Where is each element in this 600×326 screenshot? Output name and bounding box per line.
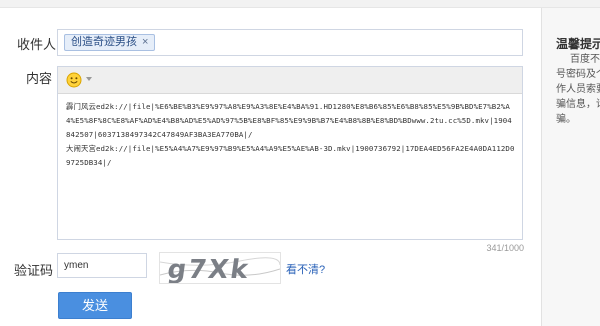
message-body[interactable]: 霹门风云ed2k://|file|%E6%BE%B3%E9%97%A8%E9%A… — [66, 100, 516, 170]
tips-line: 作人员索要 — [556, 84, 600, 95]
recipient-chip-label: 创造奇迹男孩 — [71, 36, 137, 48]
captcha-text: g7Xk — [166, 255, 252, 283]
recipient-field[interactable]: 创造奇迹男孩 × — [57, 29, 523, 56]
tips-line: 百度不 — [570, 54, 600, 65]
content-label: 内容 — [26, 71, 53, 86]
recipient-chip[interactable]: 创造奇迹男孩 × — [64, 34, 156, 51]
tips-line: 号密码及个 — [556, 69, 600, 80]
remove-recipient-icon[interactable]: × — [142, 35, 148, 50]
tips-line: 骗信息，请 — [556, 99, 600, 110]
tips-title: 温馨提示 — [556, 37, 600, 51]
top-divider — [0, 0, 600, 8]
send-button[interactable]: 发送 — [58, 292, 132, 319]
char-counter: 341/1000 — [486, 243, 524, 253]
emoji-button[interactable] — [66, 72, 98, 88]
chevron-down-icon — [86, 77, 92, 81]
tips-body: 百度不 号密码及个 作人员索要 骗信息，请 骗。 — [556, 52, 600, 127]
message-line: 大闹天宫ed2k://|file|%E5%A4%A7%E9%97%B9%E5%A… — [66, 144, 515, 167]
tips-line: 骗。 — [556, 114, 576, 125]
editor-toolbar — [58, 67, 522, 94]
refresh-captcha-link[interactable]: 看不清? — [286, 261, 325, 277]
captcha-image: g7Xk — [159, 252, 281, 284]
message-line: 霹门风云ed2k://|file|%E6%BE%B3%E9%97%A8%E9%A… — [66, 102, 512, 139]
captcha-label: 验证码 — [14, 263, 54, 278]
captcha-input[interactable] — [57, 253, 147, 278]
recipient-label: 收件人 — [17, 37, 57, 52]
smiley-icon — [66, 72, 82, 88]
tips-panel: 温馨提示 百度不 号密码及个 作人员索要 骗信息，请 骗。 — [541, 8, 600, 326]
message-editor[interactable]: 霹门风云ed2k://|file|%E6%BE%B3%E9%97%A8%E9%A… — [57, 66, 523, 240]
